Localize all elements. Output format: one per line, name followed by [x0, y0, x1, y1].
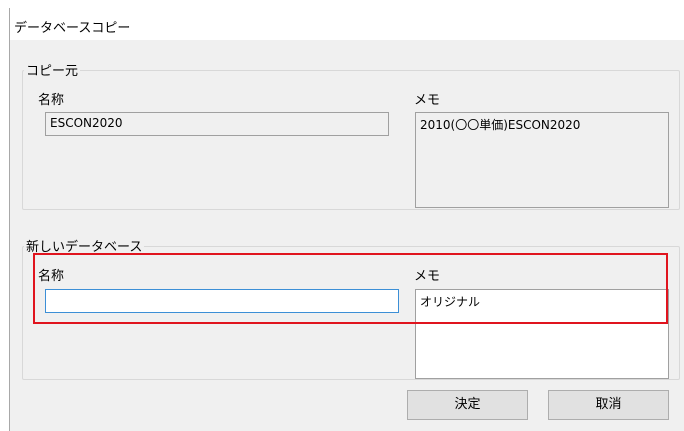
new-memo-label: メモ [414, 269, 441, 284]
title-bar: データベースコピー [10, 8, 684, 40]
new-name-input[interactable] [45, 289, 399, 313]
window-title: データベースコピー [14, 21, 131, 36]
copy-database-dialog: データベースコピー コピー元 名称 ESCON2020 メモ 2010(〇〇単価… [9, 8, 684, 431]
source-group-label: コピー元 [24, 60, 81, 79]
ok-button[interactable]: 決定 [407, 390, 528, 420]
cancel-button[interactable]: 取消 [548, 390, 669, 420]
source-memo-field: 2010(〇〇単価)ESCON2020 [415, 112, 669, 208]
source-name-field: ESCON2020 [45, 112, 389, 136]
new-database-group-label: 新しいデータベース [24, 236, 145, 255]
source-memo-label: メモ [414, 93, 441, 108]
new-memo-textarea[interactable]: オリジナル [415, 289, 669, 379]
new-name-label: 名称 [38, 269, 65, 284]
source-name-label: 名称 [38, 93, 65, 108]
